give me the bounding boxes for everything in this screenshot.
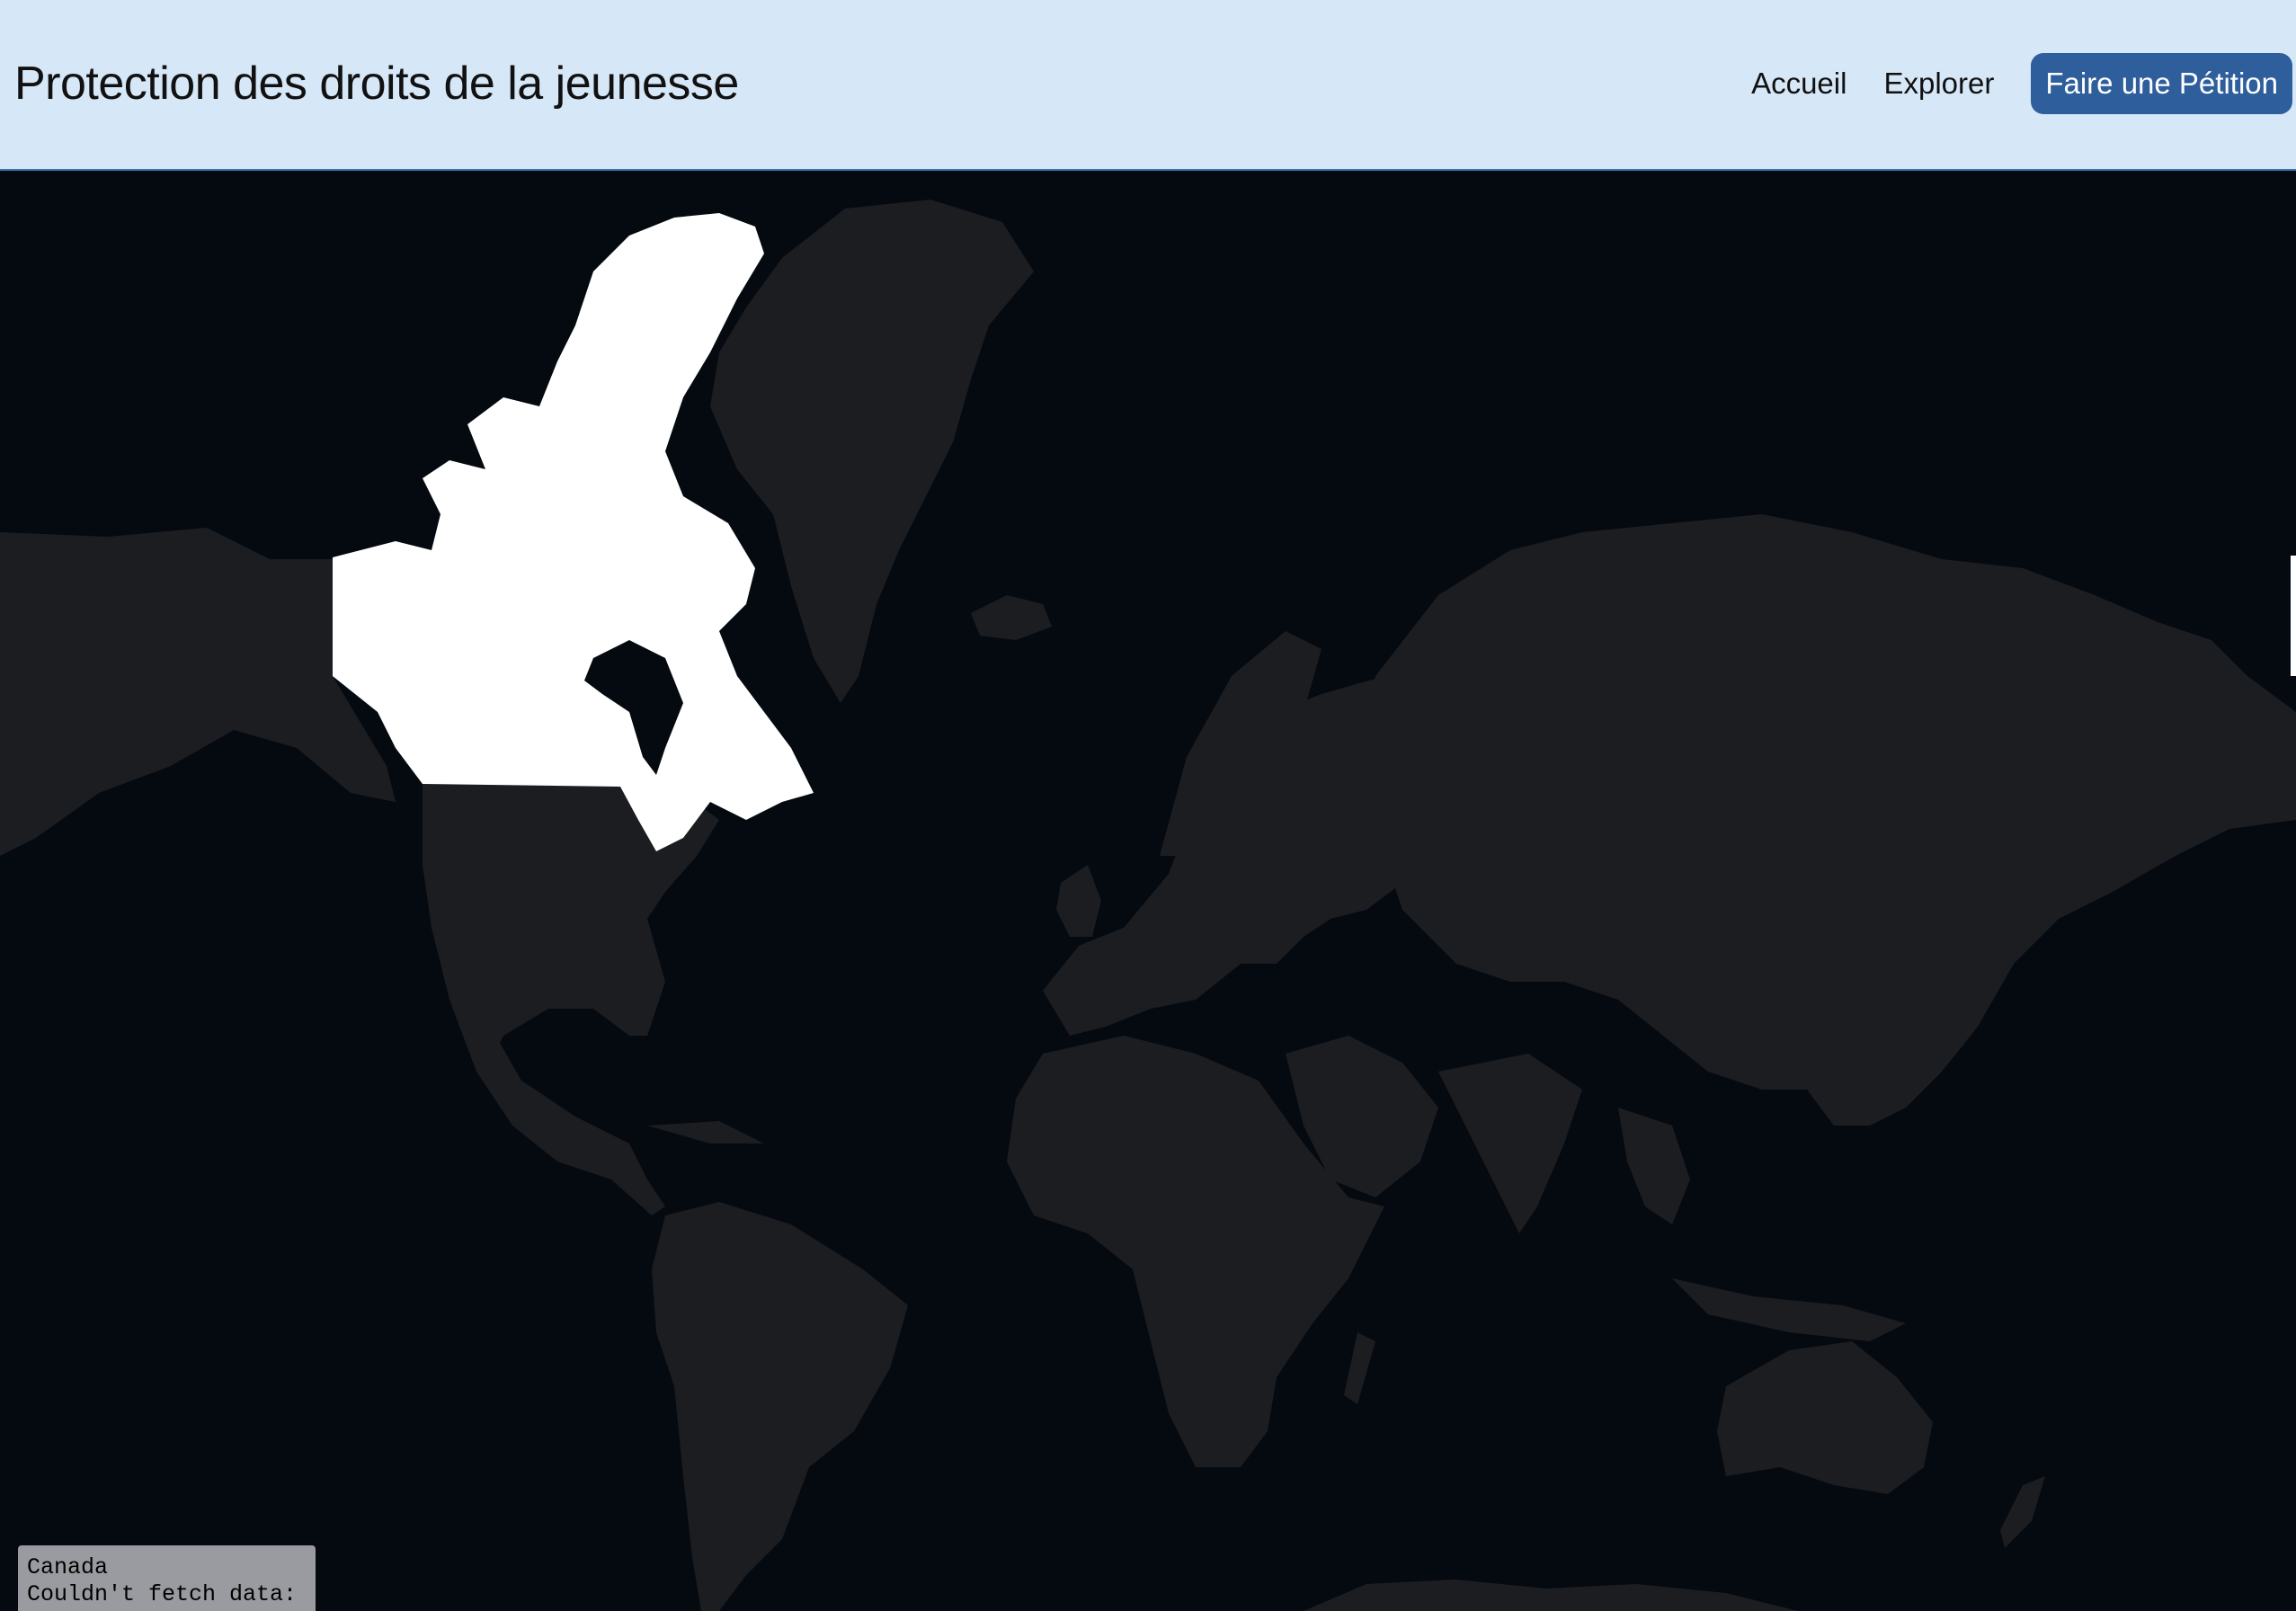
country-india[interactable] <box>1438 1054 1582 1233</box>
country-indonesia[interactable] <box>1672 1278 1906 1341</box>
site-header: Protection des droits de la jeunesse Acc… <box>0 0 2296 171</box>
nav-link-explore[interactable]: Explorer <box>1883 67 1994 101</box>
country-iceland[interactable] <box>971 595 1052 640</box>
country-uk[interactable] <box>1056 865 1101 937</box>
continent-antarctica[interactable] <box>1304 1580 1798 1611</box>
info-country: Canada <box>27 1554 109 1580</box>
country-new-zealand[interactable] <box>2000 1476 2045 1548</box>
world-map[interactable] <box>0 173 2296 1611</box>
country-madagascar[interactable] <box>1344 1332 1375 1404</box>
country-cuba[interactable] <box>647 1121 764 1144</box>
main-nav: Accueil Explorer Faire une Pétition <box>1751 52 2292 115</box>
continent-south-america[interactable] <box>652 1202 908 1611</box>
region-southeast-asia[interactable] <box>1618 1108 1690 1224</box>
country-canada-wrap <box>2291 556 2296 676</box>
petition-button[interactable]: Faire une Pétition <box>2031 53 2292 114</box>
site-title: Protection des droits de la jeunesse <box>14 58 739 110</box>
info-message: Couldn't fetch data: <box>27 1581 298 1607</box>
continent-asia[interactable] <box>1366 514 2296 1126</box>
country-australia[interactable] <box>1717 1341 1933 1494</box>
country-canada[interactable] <box>333 213 814 851</box>
world-map-svg <box>0 200 2296 1611</box>
country-info-box: Canada Couldn't fetch data: <box>18 1545 316 1611</box>
nav-link-home[interactable]: Accueil <box>1751 67 1847 101</box>
